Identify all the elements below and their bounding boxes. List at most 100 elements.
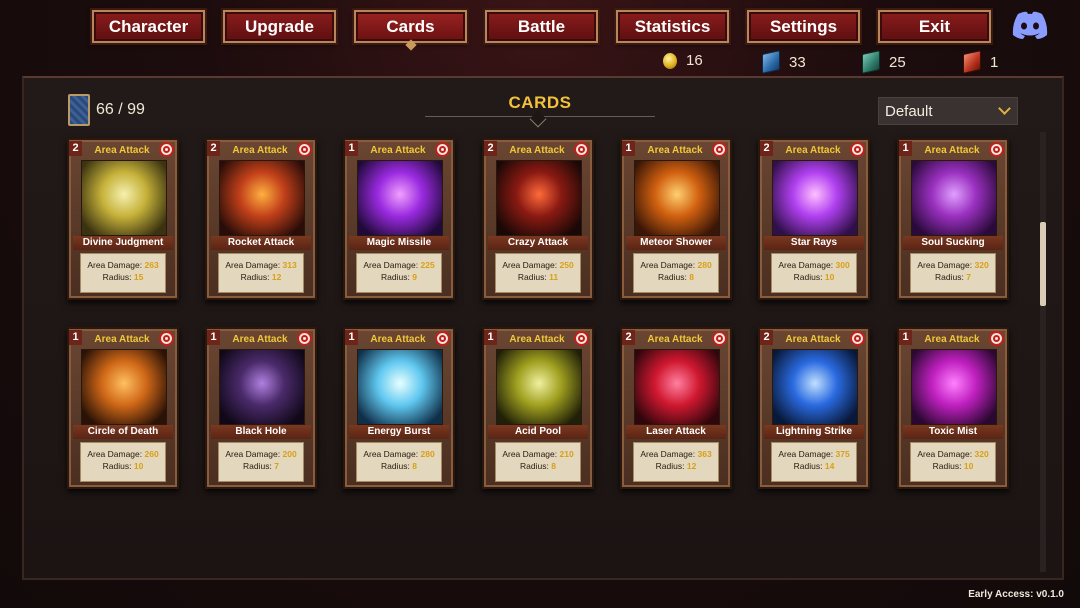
card-name: Lightning Strike [764, 425, 864, 439]
card-name: Toxic Mist [903, 425, 1003, 439]
card-star-rays[interactable]: 2 Area Attack Star Rays Area Damage: 300 Rad… [758, 138, 870, 300]
card-stats: Area Damage: 225 Radius: 9 [356, 253, 442, 293]
nav-statistics-button[interactable]: Statistics [614, 8, 731, 45]
card-name: Star Rays [764, 236, 864, 250]
card-name: Energy Burst [349, 425, 449, 439]
card-art-image [81, 349, 167, 425]
damage-value: 210 [559, 449, 574, 459]
card-toxic-mist[interactable]: 1 Area Attack Toxic Mist Area Damage: 320 Ra… [897, 327, 1009, 489]
nav-upgrade-button[interactable]: Upgrade [221, 8, 338, 45]
radius-label: Radius: [655, 461, 685, 471]
card-name: Soul Sucking [903, 236, 1003, 250]
nav-battle-button[interactable]: Battle [483, 8, 600, 45]
card-count-badge: 1 [899, 330, 912, 345]
card-art-image [911, 349, 997, 425]
radius-label: Radius: [240, 272, 270, 282]
radius-value: 8 [551, 461, 556, 471]
card-name: Rocket Attack [211, 236, 311, 250]
card-count-badge: 2 [760, 330, 773, 345]
card-count-badge: 2 [484, 141, 497, 156]
card-type-label: Area Attack [509, 145, 565, 156]
scrollbar-thumb[interactable] [1040, 222, 1046, 306]
card-art-image [772, 349, 858, 425]
radius-value: 10 [963, 461, 974, 471]
damage-label: Area Damage: [640, 260, 696, 270]
target-icon [574, 142, 589, 157]
radius-value: 12 [686, 461, 697, 471]
card-stats: Area Damage: 280 Radius: 8 [356, 442, 442, 482]
card-type-label: Area Attack [232, 334, 288, 345]
damage-value: 263 [144, 260, 159, 270]
radius-label: Radius: [935, 272, 964, 282]
card-stats: Area Damage: 363 Radius: 12 [633, 442, 719, 482]
red-book-counter: 1 [963, 50, 999, 74]
radius-value: 10 [133, 461, 144, 471]
green-book-icon [862, 50, 880, 74]
card-name: Crazy Attack [488, 236, 588, 250]
card-soul-sucking[interactable]: 1 Area Attack Soul Sucking Area Damage: 320… [897, 138, 1009, 300]
nav-character-button[interactable]: Character [90, 8, 207, 45]
damage-label: Area Damage: [502, 260, 558, 270]
damage-label: Area Damage: [87, 449, 143, 459]
damage-label: Area Damage: [778, 449, 834, 459]
card-lightning-strike[interactable]: 2 Area Attack Lightning Strike Area Damage:… [758, 327, 870, 489]
card-type-label: Area Attack [232, 145, 288, 156]
card-art-image [911, 160, 997, 236]
target-icon [159, 142, 174, 157]
damage-label: Area Damage: [640, 449, 696, 459]
radius-label: Radius: [381, 272, 410, 282]
card-art-image [219, 160, 305, 236]
damage-value: 280 [697, 260, 712, 270]
damage-label: Area Damage: [225, 260, 281, 270]
discord-icon[interactable] [1010, 10, 1050, 40]
nav-settings-button[interactable]: Settings [745, 8, 862, 45]
coin-counter: 16 [663, 52, 703, 69]
card-art-image [772, 160, 858, 236]
card-magic-missile[interactable]: 1 Area Attack Magic Missile Area Damage: 22… [343, 138, 455, 300]
blue-book-amount: 33 [789, 53, 806, 71]
card-energy-burst[interactable]: 1 Area Attack Energy Burst Area Damage: 280… [343, 327, 455, 489]
damage-label: Area Damage: [917, 260, 973, 270]
card-count-badge: 2 [622, 330, 635, 345]
nav-cards-button[interactable]: Cards [352, 8, 469, 45]
card-acid-pool[interactable]: 1 Area Attack Acid Pool Area Damage: 210 Rad… [482, 327, 594, 489]
card-divine-judgment[interactable]: 2 Area Attack Divine Judgment Area Damage: … [67, 138, 179, 300]
sort-dropdown[interactable]: Default [878, 97, 1018, 125]
coin-amount: 16 [686, 52, 703, 69]
damage-value: 320 [974, 260, 989, 270]
card-art-image [357, 349, 443, 425]
card-name: Laser Attack [626, 425, 726, 439]
damage-label: Area Damage: [363, 449, 419, 459]
card-type-label: Area Attack [94, 145, 150, 156]
card-circle-of-death[interactable]: 1 Area Attack Circle of Death Area Damage: … [67, 327, 179, 489]
card-meteor-shower[interactable]: 1 Area Attack Meteor Shower Area Damage: 28… [620, 138, 732, 300]
target-icon [712, 142, 727, 157]
card-name: Circle of Death [73, 425, 173, 439]
card-stats: Area Damage: 375 Radius: 14 [771, 442, 857, 482]
target-icon [989, 331, 1004, 346]
card-laser-attack[interactable]: 2 Area Attack Laser Attack Area Damage: 363… [620, 327, 732, 489]
red-book-amount: 1 [990, 53, 999, 71]
card-art-image [496, 349, 582, 425]
red-book-icon [963, 50, 981, 74]
green-book-amount: 25 [889, 53, 906, 71]
card-black-hole[interactable]: 1 Area Attack Black Hole Area Damage: 200 Ra… [205, 327, 317, 489]
damage-label: Area Damage: [87, 260, 143, 270]
card-count-badge: 1 [622, 141, 635, 156]
target-icon [435, 331, 450, 346]
card-stats: Area Damage: 280 Radius: 8 [633, 253, 719, 293]
card-rocket-attack[interactable]: 2 Area Attack Rocket Attack Area Damage: 31… [205, 138, 317, 300]
card-type-label: Area Attack [509, 334, 565, 345]
card-crazy-attack[interactable]: 2 Area Attack Crazy Attack Area Damage: 250… [482, 138, 594, 300]
scrollbar-track[interactable] [1040, 132, 1046, 572]
damage-value: 260 [144, 449, 159, 459]
radius-value: 7 [966, 272, 971, 282]
nav-exit-button[interactable]: Exit [876, 8, 993, 45]
card-stats: Area Damage: 300 Radius: 10 [771, 253, 857, 293]
damage-label: Area Damage: [917, 449, 973, 459]
card-type-label: Area Attack [94, 334, 150, 345]
damage-value: 280 [420, 449, 435, 459]
radius-value: 7 [274, 461, 279, 471]
radius-label: Radius: [658, 272, 687, 282]
blue-book-counter: 33 [762, 50, 806, 74]
